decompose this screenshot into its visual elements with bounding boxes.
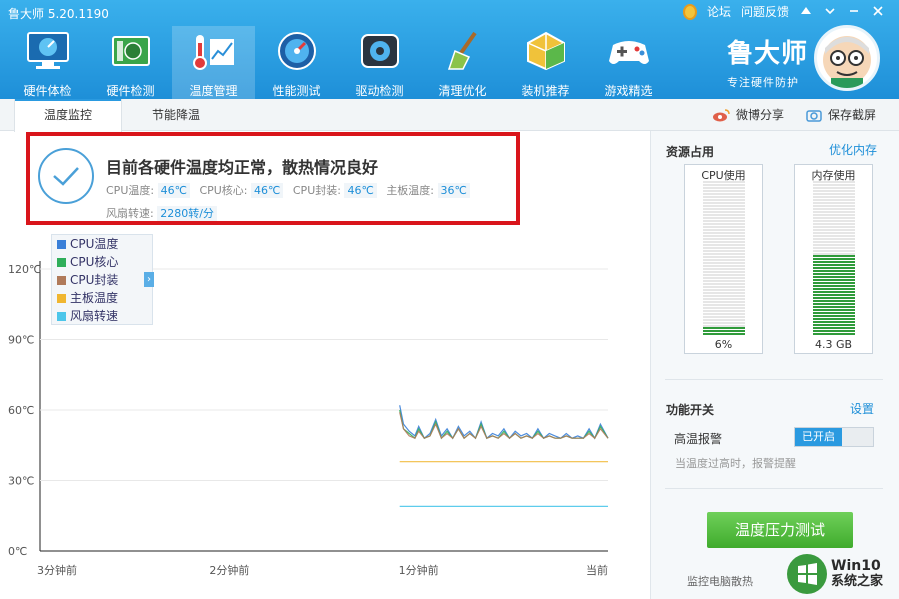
save-screenshot-button[interactable]: 保存截屏 [806, 99, 876, 131]
resources-title: 资源占用 [666, 145, 715, 159]
fan-readout: 风扇转速: 2280转/分 [106, 205, 223, 221]
watermark: Win10 系统之家 [787, 551, 899, 597]
memory-usage-fill [813, 255, 855, 336]
features-title: 功能开关 [666, 403, 715, 417]
tool-hardware-checkup[interactable]: 硬件体检 [6, 26, 89, 99]
high-temp-alarm-label: 高温报警 [674, 432, 723, 446]
chart-legend: CPU温度 CPU核心 CPU封装 主板温度 风扇转速 [51, 234, 153, 325]
status-title: 目前各硬件温度均正常，散热情况良好 [106, 158, 379, 177]
gear-box-icon [356, 29, 404, 72]
fan-speed-value: 2280转/分 [157, 206, 217, 221]
gamepad-icon [605, 29, 653, 72]
main-toolbar: 硬件体检 硬件检测 温度管理 性能测试 驱动检测 清理优化 装机推荐 游戏精选 [6, 26, 670, 99]
thermometer-icon [190, 29, 238, 72]
legend-item-fan-speed[interactable]: 风扇转速 [52, 307, 152, 325]
tool-driver-detect[interactable]: 驱动检测 [338, 26, 421, 99]
stress-test-button[interactable]: 温度压力测试 [707, 512, 853, 548]
y-tick-label: 60℃ [8, 404, 34, 417]
optimize-memory-link[interactable]: 优化内存 [829, 141, 877, 158]
watermark-line2: 系统之家 [831, 574, 884, 589]
weibo-icon [713, 109, 730, 122]
y-tick-label: 30℃ [8, 475, 34, 488]
high-temp-alarm-toggle[interactable]: 已开启 [794, 427, 874, 447]
settings-link[interactable]: 设置 [850, 400, 874, 417]
divider [665, 488, 883, 489]
cpu-temp-value: 46℃ [157, 183, 190, 198]
memory-usage-meter: 内存使用 4.3 GB [794, 164, 873, 354]
cpu-core-value: 46℃ [251, 183, 284, 198]
legend-item-cpu-core[interactable]: CPU核心 [52, 253, 152, 271]
forum-link[interactable]: 论坛 [707, 3, 731, 20]
y-tick-label: 120℃ [8, 263, 41, 276]
brand: 鲁大师 专注硬件防护 [727, 33, 808, 90]
tool-cleanup[interactable]: 清理优化 [421, 26, 504, 99]
tool-build-recommend[interactable]: 装机推荐 [504, 26, 587, 99]
temperature-readouts: CPU温度: 46℃ CPU核心: 46℃ CPU封装: 46℃ 主板温度: 3… [106, 182, 476, 198]
cpu-usage-value: 6% [714, 338, 733, 351]
mascot-avatar[interactable] [814, 25, 880, 91]
tab-bar: 温度监控 节能降温 微博分享 保存截屏 [0, 99, 899, 132]
monitor-icon [24, 29, 72, 72]
cpu-usage-meter: CPU使用 6% [684, 164, 763, 354]
close-icon[interactable] [871, 5, 885, 19]
legend-item-cpu-temp[interactable]: CPU温度 [52, 235, 152, 253]
cpu-usage-fill [703, 326, 745, 336]
tool-performance-test[interactable]: 性能测试 [255, 26, 338, 99]
memory-usage-value: 4.3 GB [814, 338, 853, 351]
cpu-package-value: 46℃ [344, 183, 377, 198]
tab-temperature-monitor[interactable]: 温度监控 [14, 99, 122, 132]
x-tick-label: 当前 [586, 563, 608, 577]
camera-icon [806, 110, 822, 122]
legend-item-cpu-package[interactable]: CPU封装 [52, 271, 152, 289]
top-links: 论坛 问题反馈 [682, 3, 899, 20]
y-tick-label: 90℃ [8, 334, 34, 347]
title-bar: 鲁大师 5.20.1190 论坛 问题反馈 硬件体检 硬件检测 温度管理 性能测… [0, 0, 899, 99]
skin-icon[interactable] [799, 4, 813, 19]
x-tick-label: 2分钟前 [209, 563, 249, 577]
x-tick-label: 3分钟前 [37, 563, 77, 577]
tool-hardware-detect[interactable]: 硬件检测 [89, 26, 172, 99]
y-tick-label: 0℃ [8, 545, 27, 558]
status-panel: 目前各硬件温度均正常，散热情况良好 CPU温度: 46℃ CPU核心: 46℃ … [26, 132, 520, 225]
series-line-2 [399, 412, 609, 440]
board-temp-value: 36℃ [437, 183, 470, 198]
speedometer-icon [273, 29, 321, 72]
brand-slogan: 专注硬件防护 [727, 76, 799, 89]
minimize-icon[interactable] [847, 5, 861, 19]
x-tick-label: 1分钟前 [399, 563, 439, 577]
medal-icon[interactable] [682, 3, 697, 20]
tool-games[interactable]: 游戏精选 [587, 26, 670, 99]
menu-icon[interactable] [823, 5, 837, 19]
legend-collapse-button[interactable]: › [144, 272, 154, 287]
legend-item-board-temp[interactable]: 主板温度 [52, 289, 152, 307]
cube-icon [522, 29, 570, 72]
alarm-hint: 当温度过高时，报警提醒 [675, 457, 796, 470]
watermark-line1: Win10 [831, 558, 881, 574]
windows-logo-icon [787, 554, 827, 594]
monitor-cooling-text: 监控电脑散热 [687, 575, 753, 588]
feedback-link[interactable]: 问题反馈 [741, 3, 789, 20]
check-icon [38, 148, 94, 204]
divider [665, 379, 883, 380]
tab-energy-saving[interactable]: 节能降温 [122, 99, 230, 131]
tool-temperature[interactable]: 温度管理 [172, 26, 255, 99]
weibo-share-button[interactable]: 微博分享 [712, 99, 784, 131]
broom-icon [439, 29, 487, 72]
circuit-board-icon [107, 29, 155, 72]
right-panel: 资源占用 优化内存 CPU使用 6% 内存使用 4.3 GB 功能开关 设置 高… [650, 131, 899, 599]
app-title: 鲁大师 5.20.1190 [8, 7, 109, 21]
brand-name: 鲁大师 [727, 39, 809, 69]
